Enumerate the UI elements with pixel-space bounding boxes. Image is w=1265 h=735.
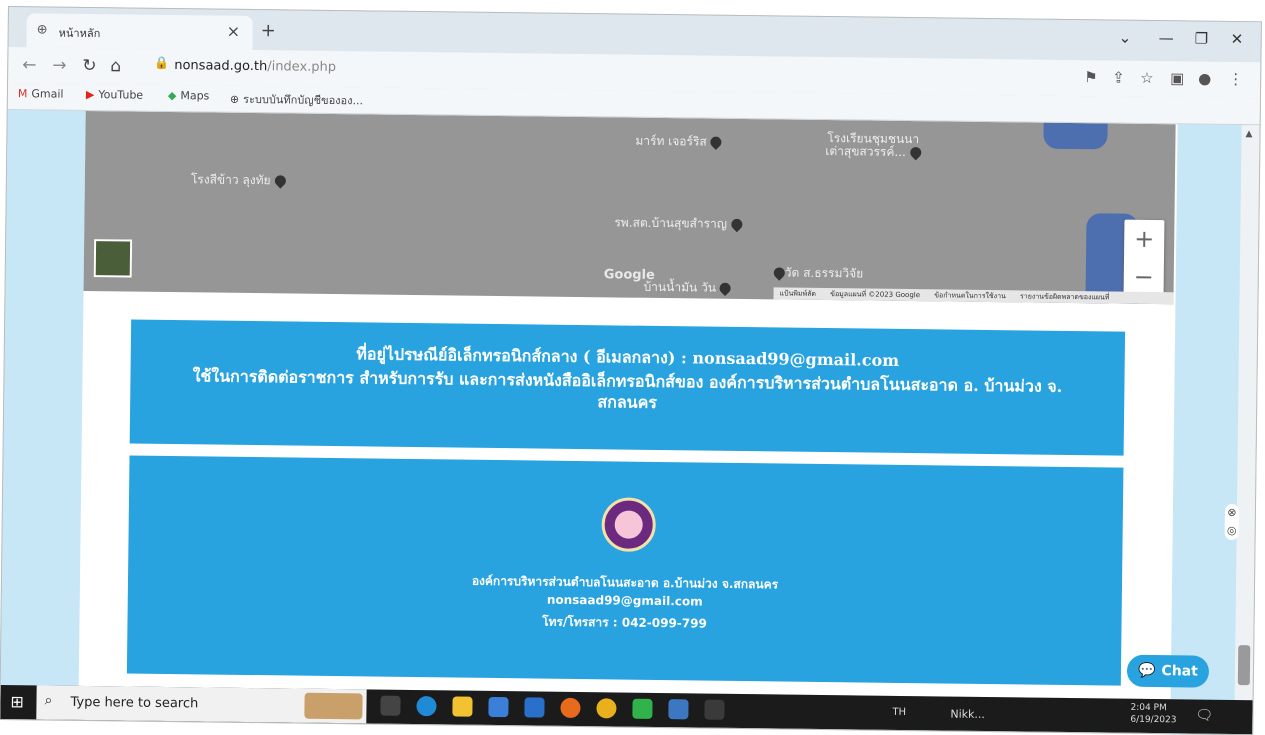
browser-window: ⊕ หน้าหลัก × + ⌄ — ❐ ✕ ← → ↻ ⌂ 🔒 nonsaad…: [0, 6, 1262, 735]
minimize-icon[interactable]: —: [1159, 29, 1174, 47]
map-water: [1043, 123, 1107, 150]
task-view-icon[interactable]: [380, 696, 400, 716]
gmail-icon: M: [18, 87, 28, 100]
zoom-in-button[interactable]: +: [1124, 220, 1164, 258]
google-logo: Google: [604, 267, 655, 283]
windows-start-icon[interactable]: ⊞: [10, 692, 24, 711]
organization-seal: [601, 497, 656, 552]
satellite-toggle[interactable]: [94, 239, 132, 277]
restore-icon[interactable]: ❐: [1195, 30, 1209, 48]
address-text: nonsaad.go.th/index.php: [174, 58, 336, 75]
map-label: โรงสีข้าว ลุงทัย: [191, 170, 286, 190]
content-column: มาร์ท เจอร์ริส โรงเรียนชุมชนนาเต่าสุขสวร…: [79, 111, 1178, 699]
reload-icon[interactable]: ↻: [82, 56, 96, 76]
attr-terms[interactable]: ข้อกำหนดในการใช้งาน: [934, 291, 1006, 300]
google-map[interactable]: มาร์ท เจอร์ริส โรงเรียนชุมชนนาเต่าสุขสวร…: [84, 111, 1176, 304]
zoom-control: + −: [1124, 220, 1165, 296]
maps-icon: ◆: [168, 89, 177, 102]
home-icon[interactable]: ⌂: [110, 56, 121, 76]
firefox-icon[interactable]: [560, 698, 580, 718]
globe-icon: ⊕: [230, 93, 239, 106]
scroll-up-icon[interactable]: ▲: [1245, 129, 1252, 139]
sidepanel-icon[interactable]: ▣: [1170, 69, 1184, 87]
side-widget-buttons[interactable]: ⊗◎: [1225, 504, 1239, 540]
page-content: มาร์ท เจอร์ริส โรงเรียนชุมชนนาเต่าสุขสวร…: [1, 110, 1242, 700]
window-close-icon[interactable]: ✕: [1231, 30, 1244, 48]
mail-icon[interactable]: [524, 697, 544, 717]
lock-icon: 🔒: [154, 56, 169, 70]
youtube-icon: ▶: [86, 88, 95, 101]
central-email-notice: ที่อยู่ไปรษณีย์อิเล็กทรอนิกส์กลาง ( อีเม…: [130, 320, 1125, 456]
scrollbar-thumb[interactable]: [1238, 645, 1250, 685]
notification-icon[interactable]: 🗨: [1195, 708, 1213, 724]
language-indicator[interactable]: TH: [892, 707, 906, 718]
taskbar-app-label[interactable]: Nikk...: [950, 708, 985, 721]
search-highlight-image: [304, 693, 362, 720]
tab-home[interactable]: ⊕ หน้าหลัก ×: [26, 13, 252, 50]
file-explorer-icon[interactable]: [452, 696, 472, 716]
edge-icon[interactable]: [416, 696, 436, 716]
back-icon[interactable]: ←: [22, 55, 36, 75]
clock[interactable]: 2:04 PM6/19/2023: [1130, 702, 1176, 727]
chat-bubble-icon: 💬: [1138, 663, 1156, 679]
zoom-out-button[interactable]: −: [1124, 258, 1164, 296]
address-bar[interactable]: 🔒 nonsaad.go.th/index.php: [148, 53, 1028, 90]
bookmark-youtube[interactable]: ▶YouTube: [86, 88, 143, 102]
tab-title: หน้าหลัก: [59, 24, 101, 43]
taskbar-search[interactable]: ⌕ Type here to search: [36, 685, 366, 723]
forward-icon[interactable]: →: [52, 56, 66, 76]
search-placeholder: Type here to search: [70, 695, 198, 712]
star-icon[interactable]: ☆: [1140, 69, 1154, 87]
bookmark-maps[interactable]: ◆Maps: [168, 89, 210, 103]
bookmark-gmail[interactable]: MGmail: [18, 87, 64, 101]
menu-icon[interactable]: ⋮: [1228, 70, 1243, 88]
footer-phone: โทร/โทรสาร : 042-099-799: [127, 608, 1121, 639]
chrome-icon[interactable]: [596, 698, 616, 718]
chat-button[interactable]: 💬Chat: [1127, 655, 1209, 688]
map-label: รพ.สต.บ้านสุขสำราญ: [614, 213, 742, 234]
globe-icon: ⊕: [37, 22, 48, 37]
store-icon[interactable]: [488, 697, 508, 717]
map-label: วัด ส.ธรรมวิจัย: [770, 263, 864, 283]
profile-icon[interactable]: ●: [1198, 70, 1211, 88]
close-icon[interactable]: ×: [227, 22, 241, 41]
notice-email[interactable]: nonsaad99@gmail.com: [692, 348, 899, 370]
search-icon: ⌕: [44, 692, 52, 708]
map-label: บ้านน้ำมัน วัน: [643, 278, 731, 298]
attr-report[interactable]: รายงานข้อผิดพลาดของแผนที่: [1020, 292, 1109, 301]
map-label: โรงเรียนชุมชนนาเต่าสุขสวรรค์...: [825, 132, 921, 159]
map-label: มาร์ท เจอร์ริส: [635, 132, 722, 152]
app-icon[interactable]: [704, 700, 724, 720]
bookmark-accounting[interactable]: ⊕ระบบบันทึกบัญชีขององ...: [230, 90, 363, 110]
footer-box: องค์การบริหารส่วนตำบลโนนสะอาด อ.บ้านม่วง…: [127, 456, 1124, 686]
translate-icon[interactable]: ⚑: [1084, 68, 1098, 86]
chevron-down-icon[interactable]: ⌄: [1119, 29, 1132, 47]
share-icon[interactable]: ⇪: [1112, 68, 1125, 86]
attr-data: ข้อมูลแผนที่ ©2023 Google: [830, 290, 920, 299]
attr-shortcuts[interactable]: แป้นพิมพ์ลัด: [779, 289, 816, 297]
new-tab-button[interactable]: +: [261, 20, 276, 41]
app-icon[interactable]: [668, 699, 688, 719]
line-icon[interactable]: [632, 699, 652, 719]
